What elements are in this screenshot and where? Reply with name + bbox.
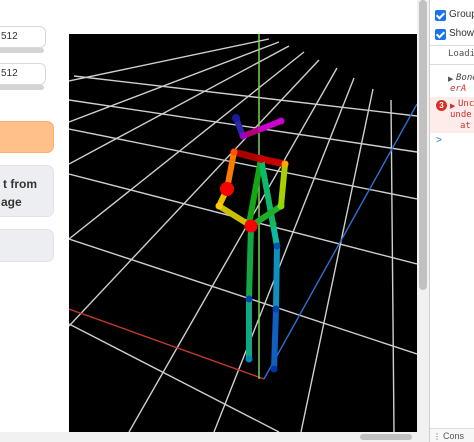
joint-wrist-right [277,202,285,210]
joint-hip-right [269,220,277,228]
bone-shoulder-left [230,148,265,163]
warning-text-line1: Bone [456,73,474,83]
error-count-badge: 3 [436,100,447,111]
joint-shoulder-right [281,160,289,168]
menu-dots-icon[interactable]: ⋮ [433,432,441,441]
joint-ear-right [277,117,285,125]
primary-button[interactable] [0,121,54,153]
error-text-line1: Unc [458,99,474,109]
joint-knee-left [245,295,253,303]
scrollbar-thumb[interactable] [419,0,427,290]
console-log-message: Loadi [448,49,474,59]
joint-shoulder-left [230,148,238,156]
divider [430,64,474,65]
floor-grid [69,38,417,432]
error-text-line2: unde [450,110,472,120]
pose-3d-viewport[interactable] [69,34,417,432]
joint-nose [232,114,240,122]
checkbox-checked-icon[interactable] [435,10,446,21]
joint-ankle-right [270,365,278,373]
bone-thigh-right [273,243,280,312]
checkbox-label: Show [449,28,474,39]
joint-hand-left [244,219,258,233]
control-panel: 512 512 t from age [0,0,58,442]
console-error-entry[interactable]: 3 ▶ Unc unde at [430,97,474,133]
bone-upper-arm-right [278,161,288,209]
joint-neck [239,132,247,140]
console-tab-label[interactable]: Cons [443,431,464,441]
console-prompt-icon[interactable]: > [436,135,442,146]
page-horizontal-scrollbar[interactable] [0,432,417,442]
detect-from-image-button[interactable]: t from age [0,165,54,217]
joint-elbow-left [220,182,234,196]
expand-arrow-icon[interactable]: ▶ [450,102,455,110]
console-warning-entry[interactable]: ▶ Bone erA [430,71,474,95]
button-label-line2: age [1,195,22,209]
button-label-line1: t from [3,177,37,191]
error-text-line3: at [460,121,471,131]
devtools-console-panel: Group Show Loadi ▶ Bone erA 3 ▶ Unc unde… [429,0,474,442]
scrollbar-thumb-horizontal[interactable] [360,434,412,440]
width-slider[interactable] [0,48,44,53]
width-input[interactable]: 512 [0,26,46,48]
height-input[interactable]: 512 [0,63,46,85]
page-vertical-scrollbar[interactable] [417,0,429,442]
joint-hip-right-2 [273,242,281,250]
z-axis [263,103,417,380]
bone-thigh-left [246,223,254,302]
expand-arrow-icon[interactable]: ▶ [448,75,453,83]
x-axis [69,308,265,380]
bone-shin-right [271,306,279,372]
joint-ankle-left [245,355,253,363]
joint-wrist-left [215,202,223,210]
checkbox-label: Group [449,9,474,20]
joint-chest [257,155,265,163]
warning-text-line2: erA [450,84,467,94]
checkbox-checked-icon[interactable] [435,29,446,40]
joint-knee-right [272,305,280,313]
height-slider[interactable] [0,85,44,90]
pose-scene [69,34,417,432]
divider [430,45,474,46]
devtools-drawer-tab[interactable]: ⋮ Cons [430,428,474,442]
secondary-button[interactable] [0,229,54,262]
